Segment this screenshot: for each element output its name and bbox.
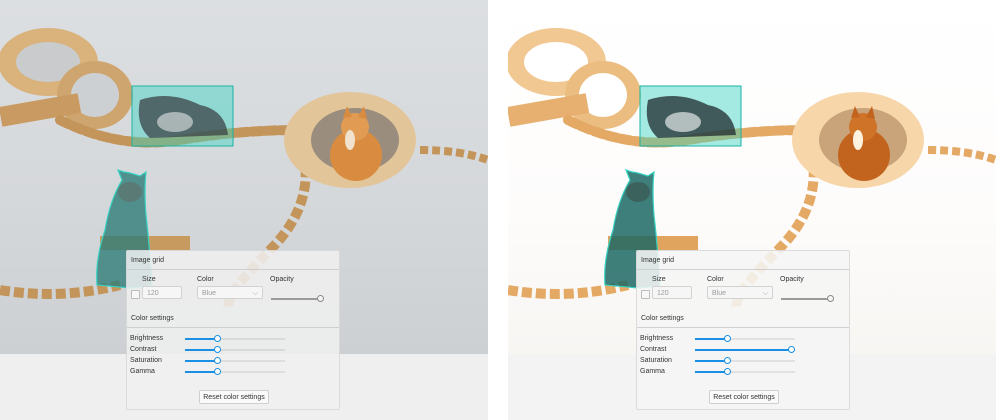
gamma-slider-thumb[interactable] (723, 368, 731, 375)
color-select-value: Blue (712, 290, 727, 297)
saturation-slider-thumb[interactable] (213, 357, 221, 364)
contrast-label: Contrast (130, 346, 157, 353)
color-label: Color (197, 276, 214, 283)
opacity-slider[interactable] (271, 298, 321, 300)
saturation-label: Saturation (640, 357, 672, 364)
color-settings-title: Color settings (131, 315, 174, 322)
gamma-label: Gamma (640, 368, 665, 375)
reset-color-settings-button[interactable]: Reset color settings (709, 390, 779, 404)
image-grid-checkbox[interactable] (641, 290, 650, 299)
brightness-slider[interactable] (695, 338, 727, 340)
opacity-label: Opacity (270, 276, 294, 283)
size-input[interactable]: 120 (652, 286, 692, 299)
size-input[interactable]: 120 (142, 286, 182, 299)
contrast-slider[interactable] (185, 349, 217, 351)
gamma-slider-thumb[interactable] (213, 368, 221, 375)
chevron-down-icon: ⌵ (762, 290, 768, 297)
image-viewer-original: Image grid Size Color Opacity 120 Blue ⌵… (0, 0, 488, 420)
contrast-slider[interactable] (695, 349, 791, 351)
divider (127, 269, 339, 270)
color-select[interactable]: Blue ⌵ (197, 286, 263, 299)
chevron-down-icon: ⌵ (252, 290, 258, 297)
saturation-slider[interactable] (695, 360, 727, 362)
reset-color-settings-button[interactable]: Reset color settings (199, 390, 269, 404)
gamma-slider[interactable] (695, 371, 727, 373)
contrast-slider-thumb[interactable] (213, 346, 221, 353)
size-label: Size (142, 276, 156, 283)
settings-panel: Image grid Size Color Opacity 120 Blue ⌵… (126, 250, 340, 410)
size-label: Size (652, 276, 666, 283)
image-grid-title: Image grid (641, 257, 675, 264)
opacity-slider[interactable] (781, 298, 831, 300)
image-viewer-adjusted: Image grid Size Color Opacity 120 Blue ⌵… (508, 0, 996, 420)
opacity-slider-thumb[interactable] (827, 295, 834, 302)
settings-panel: Image grid Size Color Opacity 120 Blue ⌵… (636, 250, 850, 410)
brightness-label: Brightness (640, 335, 674, 342)
brightness-slider-thumb[interactable] (213, 335, 221, 342)
brightness-label: Brightness (130, 335, 164, 342)
image-grid-title: Image grid (131, 257, 165, 264)
divider (127, 327, 339, 328)
color-select[interactable]: Blue ⌵ (707, 286, 773, 299)
divider (637, 327, 849, 328)
saturation-slider[interactable] (185, 360, 217, 362)
image-grid-checkbox[interactable] (131, 290, 140, 299)
color-label: Color (707, 276, 724, 283)
color-select-value: Blue (202, 290, 217, 297)
divider (637, 269, 849, 270)
contrast-label: Contrast (640, 346, 667, 353)
saturation-slider-thumb[interactable] (723, 357, 731, 364)
contrast-slider-thumb[interactable] (787, 346, 795, 353)
brightness-slider-thumb[interactable] (723, 335, 731, 342)
gamma-slider[interactable] (185, 371, 217, 373)
opacity-label: Opacity (780, 276, 804, 283)
opacity-slider-thumb[interactable] (317, 295, 324, 302)
color-settings-title: Color settings (641, 315, 684, 322)
brightness-slider[interactable] (185, 338, 217, 340)
gamma-label: Gamma (130, 368, 155, 375)
saturation-label: Saturation (130, 357, 162, 364)
